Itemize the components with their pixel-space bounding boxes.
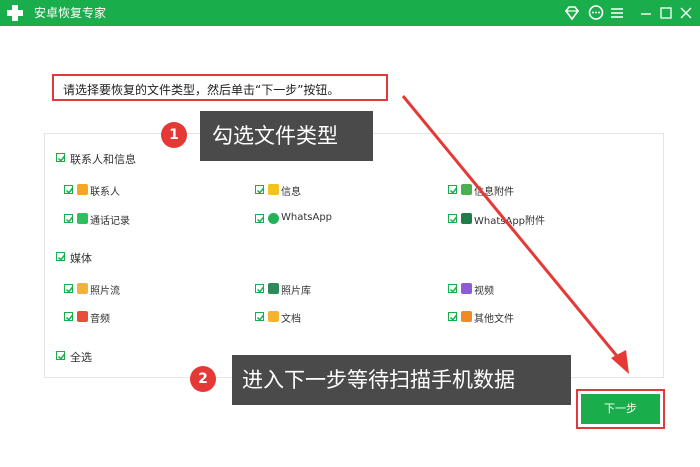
callout-next-step: 进入下一步等待扫描手机数据 — [232, 355, 571, 405]
callout-select-file-types: 勾选文件类型 — [200, 111, 373, 161]
callout-number-2: 2 — [190, 366, 216, 392]
next-button[interactable]: 下一步 — [581, 394, 660, 424]
callout-number-1: 1 — [161, 122, 187, 148]
